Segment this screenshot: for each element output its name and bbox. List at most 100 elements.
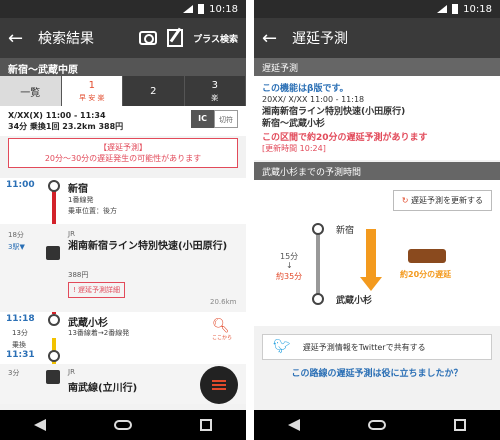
update-forecast-label: 遅延予測を更新する	[411, 196, 483, 205]
down-arrow-icon: ↓	[286, 261, 293, 270]
transfer-minutes: 13分	[12, 329, 28, 337]
ticket-toggle[interactable]: 切符	[214, 110, 238, 128]
forecast-diagram: 新宿 武蔵小杉 15分 ↓ 約35分 約20分の遅延	[254, 211, 500, 326]
train-icon	[408, 249, 446, 263]
delay-label: 約20分の遅延	[400, 270, 452, 279]
fare: 388円	[68, 271, 89, 279]
tab-list[interactable]: 一覧	[0, 76, 62, 106]
summary-line-1: X/XX(X) 11:00 - 11:34	[8, 111, 106, 120]
predicted-time: 約35分	[276, 272, 303, 281]
info-datetime: 20XX/ X/XX 11:00 - 11:18	[262, 95, 365, 104]
magnifier-icon: 🔍︎	[211, 318, 230, 334]
route-header: 新宿〜武蔵中原	[0, 58, 246, 76]
company-name: JR	[68, 368, 75, 376]
share-twitter-button[interactable]: 🐦︎ 遅延予測情報をTwitterで共有する	[262, 334, 492, 360]
nav-recent-icon[interactable]	[200, 419, 212, 431]
search-caption: ここから	[211, 335, 232, 341]
beta-notice: この機能はβ版です。	[262, 84, 349, 94]
delay-forecast-screen: 10:18 ← 遅延予測 遅延予測 この機能はβ版です。 20XX/ X/XX …	[254, 0, 500, 440]
page-title: 検索結果	[38, 31, 94, 47]
list-icon	[212, 380, 226, 390]
company-name: JR	[68, 230, 75, 238]
tab-route-3[interactable]: 3楽	[185, 76, 246, 106]
update-time: [更新時間 10:24]	[262, 144, 326, 153]
status-time: 10:18	[463, 3, 492, 15]
station-dot-icon	[48, 350, 60, 362]
info-line-name: 湘南新宿ライン特別快速(小田原行)	[262, 107, 406, 117]
delay-detail-label: 遅延予測詳細	[78, 286, 121, 294]
section-header-prediction: 武蔵小杉までの予測時間	[254, 162, 500, 180]
tab-label: 3	[211, 79, 218, 91]
section-header-forecast: 遅延予測	[254, 58, 500, 76]
plus-search-button[interactable]: プラス検索	[193, 32, 238, 45]
origin-station: 新宿	[336, 226, 355, 236]
refresh-icon: ↻	[401, 196, 409, 205]
nav-back-icon[interactable]	[288, 419, 300, 431]
delay-title: 【遅延予測】	[99, 143, 147, 152]
station-dot-icon	[48, 314, 60, 326]
segment-1: 18分 3駅▼ JR 湘南新宿ライン特別快速(小田原行) 388円 ! 遅延予測…	[0, 224, 246, 312]
station-dot-icon	[48, 180, 60, 192]
update-row: ↻ 遅延予測を更新する	[254, 180, 500, 211]
battery-icon	[198, 4, 205, 14]
menu-fab-button[interactable]	[200, 366, 238, 404]
search-from-here-button[interactable]: 🔍︎ ここから	[212, 318, 232, 341]
arrival-time: 11:18	[6, 314, 35, 324]
route-line	[316, 229, 320, 299]
page-title: 遅延予測	[292, 31, 348, 47]
memo-edit-icon[interactable]	[167, 29, 184, 47]
origin-dot-icon	[312, 223, 324, 235]
destination-dot-icon	[312, 293, 324, 305]
delay-warning: この区間で約20分の遅延予測があります	[262, 133, 428, 143]
app-bar: ← 検索結果 プラス検索	[0, 18, 246, 58]
feedback-link[interactable]: この路線の遅延予測は役に立ちましたか？	[254, 366, 500, 379]
nav-back-icon[interactable]	[34, 419, 46, 431]
ic-toggle[interactable]: IC	[191, 110, 214, 128]
car-position: 乗車位置：後方	[68, 207, 117, 215]
departure-time: 11:00	[6, 180, 35, 190]
destination-station: 武蔵小杉	[336, 296, 373, 306]
tab-sub-label: 楽	[211, 93, 219, 102]
delay-detail-link[interactable]: ! 遅延予測詳細	[68, 282, 126, 298]
next-departure-time: 11:31	[6, 350, 35, 360]
forecast-info-card: この機能はβ版です。 20XX/ X/XX 11:00 - 11:18 湘南新宿…	[254, 76, 500, 160]
summary-line-2: 34分 乗換1回 23.2km 388円	[8, 122, 124, 131]
train-icon	[46, 370, 60, 384]
summary-text: X/XX(X) 11:00 - 11:34 34分 乗換1回 23.2km 38…	[8, 110, 191, 132]
station-name: 新宿	[68, 184, 88, 195]
status-bar: 10:18	[0, 0, 246, 18]
nav-home-icon[interactable]	[114, 420, 132, 430]
tab-route-1[interactable]: 1 早 安 楽	[61, 76, 123, 106]
app-bar: ← 遅延予測	[254, 18, 500, 58]
delay-forecast-banner[interactable]: 【遅延予測】 20分〜30分の遅延発生の可能性があります	[8, 138, 238, 168]
info-section: 新宿〜武蔵小杉	[262, 119, 326, 129]
stops-toggle[interactable]: 3駅▼	[8, 242, 25, 252]
delay-text: 20分〜30分の遅延発生の可能性があります	[44, 154, 202, 163]
route-tabs: 一覧 1早 安 楽 2 3楽	[0, 76, 246, 106]
signal-icon	[437, 5, 448, 13]
camera-icon[interactable]	[139, 31, 158, 45]
search-results-screen: 10:18 ← 検索結果 プラス検索 新宿〜武蔵中原 一覧 1 早 安 楽 2 3…	[0, 0, 246, 440]
line-name[interactable]: 南武線(立川行)	[68, 379, 137, 394]
signal-icon	[183, 5, 194, 13]
delay-arrow-head	[360, 277, 382, 291]
route-timeline: 11:00 新宿 1番線発 乗車位置：後方 18分 3駅▼ JR 湘南新宿ライン…	[0, 178, 246, 404]
track-info: 1番線発	[68, 196, 94, 204]
tab-label: 一覧	[20, 87, 41, 99]
line-name[interactable]: 湘南新宿ライン特別快速(小田原行)	[68, 240, 238, 253]
segment-minutes: 3分	[8, 369, 20, 377]
nav-recent-icon[interactable]	[454, 419, 466, 431]
twitter-bird-icon: 🐦︎	[273, 339, 291, 355]
tab-sub-label: 早 安 楽	[79, 93, 105, 102]
station-name: 武蔵小杉	[68, 318, 108, 329]
nav-home-icon[interactable]	[368, 420, 386, 430]
back-arrow-icon[interactable]: ←	[8, 28, 30, 49]
transfer-label: 乗換	[12, 341, 26, 349]
update-forecast-button[interactable]: ↻ 遅延予測を更新する	[392, 190, 492, 211]
battery-icon	[452, 4, 459, 14]
train-icon	[46, 246, 60, 260]
tab-route-2[interactable]: 2	[123, 76, 185, 106]
system-nav-bar	[254, 410, 500, 440]
back-arrow-icon[interactable]: ←	[262, 28, 284, 49]
share-label: 遅延予測情報をTwitterで共有する	[302, 342, 426, 352]
